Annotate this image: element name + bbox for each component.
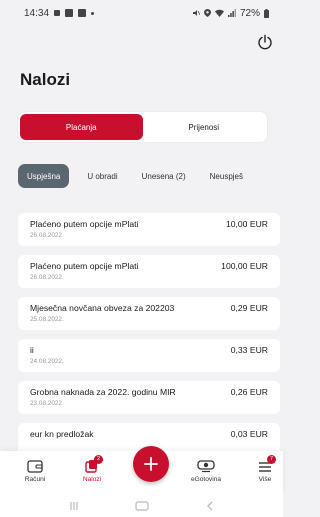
tab-neuspjesna[interactable]: Neuspješ — [198, 164, 255, 188]
list-item[interactable]: ii 24.08.2022. 0,33 EUR — [18, 339, 280, 372]
order-amount: 100,00 EUR — [221, 261, 268, 271]
orders-icon: 2 — [82, 455, 103, 473]
order-date: 25.08.2022. — [30, 316, 64, 323]
status-left: 14:34 — [24, 7, 95, 19]
system-nav-bar — [0, 495, 283, 517]
nav-vise[interactable]: 7 Više — [240, 455, 290, 483]
more-notifications-icon — [91, 11, 95, 15]
vise-badge: 7 — [267, 455, 276, 464]
nav-label: Više — [258, 476, 272, 483]
nav-label: Nalozi — [82, 476, 102, 483]
gallery-icon — [65, 9, 74, 17]
order-amount: 0,26 EUR — [230, 387, 268, 397]
order-date: 24.08.2022. — [30, 358, 64, 365]
order-amount: 10,00 EUR — [225, 219, 268, 229]
battery-level: 72% — [239, 7, 260, 19]
wifi-icon — [214, 9, 224, 17]
status-bar: 14:34 72% — [0, 0, 283, 26]
status-time: 14:34 — [24, 7, 50, 19]
notification-icon — [54, 10, 61, 16]
nav-label: Računi — [24, 476, 46, 483]
location-icon — [203, 9, 211, 17]
nav-label: eGotovina — [190, 476, 222, 483]
image-icon — [78, 9, 87, 17]
filter-tabs: Uspješna U obradi Unesena (2) Neuspješ — [18, 164, 283, 188]
order-date: 26.08.2022. — [30, 274, 64, 281]
battery-icon — [264, 8, 269, 18]
power-icon[interactable] — [257, 34, 273, 50]
order-amount: 0,03 EUR — [230, 429, 268, 439]
nav-egotovina[interactable]: eGotovina — [181, 459, 231, 483]
tab-uspjesna[interactable]: Uspješna — [18, 164, 70, 188]
order-date: 26.08.2022. — [30, 232, 64, 239]
nalozi-badge: 2 — [94, 455, 103, 464]
mute-icon — [192, 10, 200, 16]
nav-nalozi[interactable]: 2 Nalozi — [67, 455, 117, 483]
order-amount: 0,29 EUR — [230, 303, 268, 313]
tab-u-obradi[interactable]: U obradi — [75, 164, 129, 188]
list-item[interactable]: Plaćeno putem opcije mPlati 26.08.2022. … — [18, 213, 280, 246]
add-order-button[interactable] — [133, 446, 169, 482]
cash-icon — [196, 459, 216, 473]
page-title: Nalozi — [20, 70, 71, 89]
segment-control: Plaćanja Prijenosi — [18, 112, 267, 142]
signal-icon — [227, 9, 236, 17]
recent-apps-icon[interactable] — [68, 501, 80, 511]
status-right: 72% — [192, 8, 269, 19]
back-icon[interactable] — [205, 501, 215, 511]
tab-unesena[interactable]: Unesena (2) — [130, 164, 198, 188]
list-item[interactable]: Grobna naknada za 2022. godinu MIR 23.08… — [18, 381, 280, 414]
menu-icon: 7 — [255, 455, 276, 473]
order-date: 23.08.2022. — [30, 400, 64, 407]
list-item[interactable]: Plaćeno putem opcije mPlati 26.08.2022. … — [18, 255, 280, 288]
order-amount: 0,33 EUR — [230, 345, 268, 355]
segment-placanja[interactable]: Plaćanja — [20, 114, 143, 140]
nav-racuni[interactable]: Računi — [10, 459, 60, 483]
orders-list: Plaćeno putem opcije mPlati 26.08.2022. … — [18, 213, 280, 465]
plus-icon — [144, 457, 158, 471]
segment-prijenosi[interactable]: Prijenosi — [143, 114, 266, 140]
wallet-icon — [25, 459, 45, 473]
list-item[interactable]: Mjesečna novčana obveza za 202203 25.08.… — [18, 297, 280, 330]
home-icon[interactable] — [135, 501, 150, 511]
